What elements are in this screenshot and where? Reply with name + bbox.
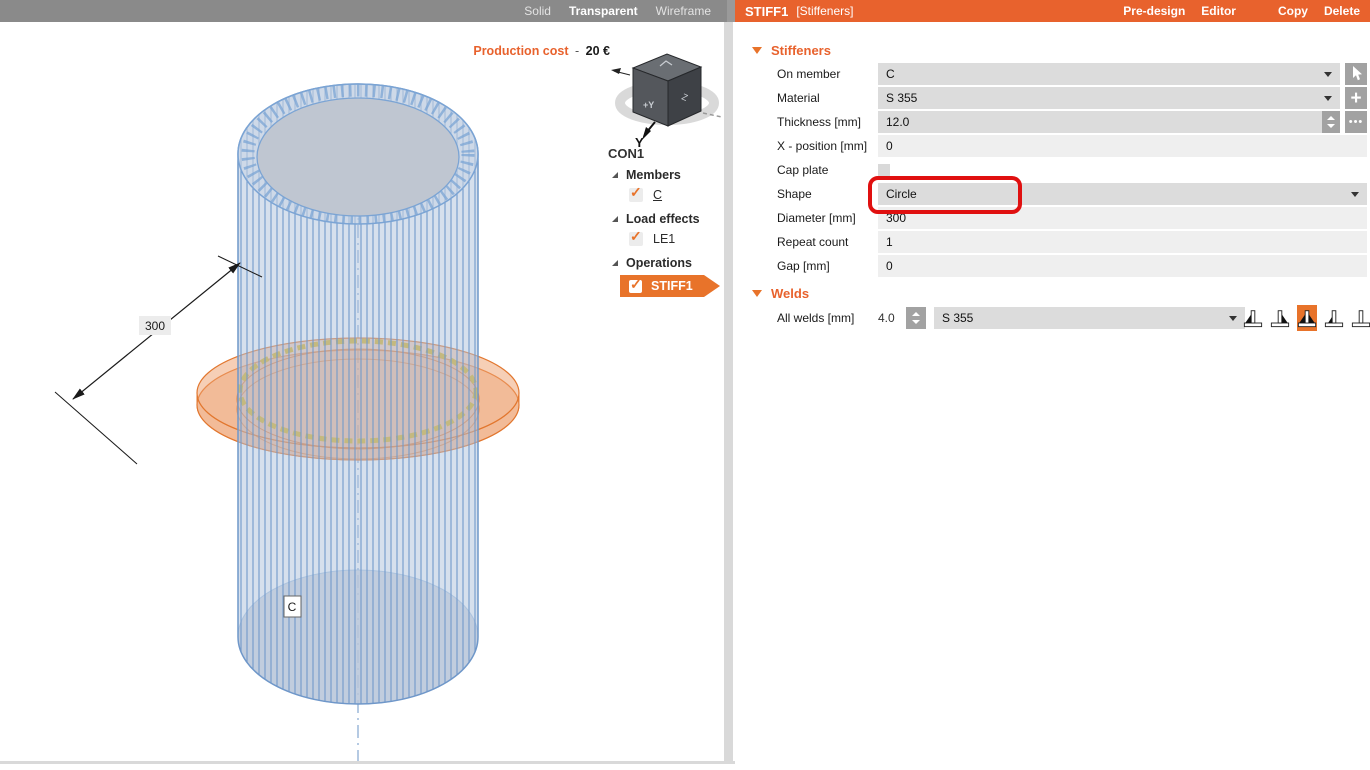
check-icon: ✓ — [630, 276, 642, 293]
dimension-value: 300 — [145, 319, 165, 333]
butt-weld-icon[interactable] — [1351, 305, 1370, 331]
production-cost: Production cost - 20 € — [395, 44, 610, 58]
predesign-button[interactable]: Pre-design — [1123, 4, 1185, 18]
weld-material-dropdown[interactable]: S 355 — [934, 307, 1245, 329]
tree-group-load-effects[interactable]: Load effects — [612, 212, 700, 226]
diameter-input[interactable]: 300 — [878, 207, 1367, 229]
x-position-input[interactable]: 0 — [878, 135, 1367, 157]
view-cube[interactable]: +Y Z Y — [611, 54, 723, 150]
add-material-button[interactable]: + — [1345, 87, 1367, 109]
weld-type-selector — [1243, 305, 1370, 331]
weld-size-value[interactable]: 4.0 — [878, 307, 895, 329]
chevron-down-icon — [1324, 72, 1332, 77]
row-diameter: Diameter [mm] 300 — [735, 207, 1370, 229]
ellipsis-icon: ••• — [1349, 117, 1364, 127]
pick-member-button[interactable] — [1345, 63, 1367, 85]
spin-up-icon[interactable] — [1327, 116, 1335, 120]
repeat-count-input[interactable]: 1 — [878, 231, 1367, 253]
checkbox-checked[interactable]: ✓ — [629, 232, 643, 246]
tree-group-members[interactable]: Members — [612, 168, 681, 182]
fillet-weld-right-icon[interactable] — [1270, 305, 1290, 331]
row-gap: Gap [mm] 0 — [735, 255, 1370, 277]
checkbox-checked[interactable]: ✓ — [629, 280, 642, 293]
operation-title: STIFF1 — [745, 4, 788, 19]
cursor-icon — [1350, 66, 1363, 82]
production-cost-dash: - — [575, 44, 579, 58]
spin-down-icon[interactable] — [912, 320, 920, 324]
idea-statica-connection-window: { "topbar": { "modes": [ {"label": "Soli… — [0, 0, 1370, 765]
expander-icon[interactable] — [612, 260, 618, 266]
cap-plate-checkbox[interactable] — [878, 164, 890, 176]
production-cost-value: 20 € — [586, 44, 610, 58]
on-member-dropdown[interactable]: C — [878, 63, 1340, 85]
viewport-bottom-edge — [0, 761, 735, 764]
operation-subtitle: [Stiffeners] — [796, 4, 853, 18]
shape-dropdown[interactable]: Circle — [878, 183, 1367, 205]
tree-item-stiff1-selected[interactable]: ✓ STIFF1 — [620, 275, 720, 297]
tree-item-le1[interactable]: ✓ LE1 — [629, 232, 675, 246]
check-icon: ✓ — [630, 228, 642, 245]
collapse-triangle-icon[interactable] — [752, 290, 762, 297]
editor-button[interactable]: Editor — [1201, 4, 1236, 18]
row-all-welds: All welds [mm] 4.0 S 355 — [735, 307, 1370, 333]
chevron-down-icon — [1351, 192, 1359, 197]
bevel-weld-icon[interactable] — [1324, 305, 1344, 331]
chevron-down-icon — [1229, 316, 1237, 321]
tree-root-con1[interactable]: CON1 — [608, 146, 644, 161]
operation-title-bar: STIFF1 [Stiffeners] Pre-design Editor Co… — [735, 0, 1370, 22]
fillet-weld-both-icon-selected[interactable] — [1297, 305, 1317, 331]
spin-down-icon[interactable] — [1327, 124, 1335, 128]
checkbox-checked[interactable]: ✓ — [629, 188, 643, 202]
actions-gap — [1252, 4, 1262, 18]
expander-icon[interactable] — [612, 216, 618, 222]
panel-splitter[interactable] — [724, 22, 733, 762]
cube-front-label: +Y — [643, 100, 654, 110]
model-viewport[interactable]: 300 C +Y Z Y Production cost - 20 € — [0, 22, 723, 765]
member-cylinder[interactable] — [238, 84, 478, 704]
section-welds[interactable]: Welds — [752, 285, 809, 301]
spin-up-icon[interactable] — [912, 312, 920, 316]
row-material: Material S 355 + — [735, 87, 1370, 109]
member-tag[interactable]: C — [284, 596, 301, 617]
topbar-divider — [727, 0, 735, 22]
copy-button[interactable]: Copy — [1278, 4, 1308, 18]
model-3d-scene: 300 C +Y Z Y — [0, 22, 723, 765]
member-tag-label: C — [288, 600, 297, 614]
row-repeat-count: Repeat count 1 — [735, 231, 1370, 253]
row-thickness: Thickness [mm] 12.0 ••• — [735, 111, 1370, 133]
chevron-down-icon — [1324, 96, 1332, 101]
row-on-member: On member C — [735, 63, 1370, 85]
section-stiffeners[interactable]: Stiffeners — [752, 42, 831, 58]
thickness-more-button[interactable]: ••• — [1345, 111, 1367, 133]
row-cap-plate: Cap plate — [735, 159, 1370, 181]
delete-button[interactable]: Delete — [1324, 4, 1360, 18]
collapse-triangle-icon[interactable] — [752, 47, 762, 54]
material-dropdown[interactable]: S 355 — [878, 87, 1340, 109]
plus-icon: + — [1350, 89, 1361, 108]
tree-group-operations[interactable]: Operations — [612, 256, 692, 270]
expander-icon[interactable] — [612, 172, 618, 178]
gap-input[interactable]: 0 — [878, 255, 1367, 277]
thickness-spinner[interactable] — [1322, 111, 1340, 133]
view-mode-transparent[interactable]: Transparent — [569, 4, 638, 18]
tree-item-member-c[interactable]: ✓ C — [629, 188, 662, 202]
view-mode-wireframe[interactable]: Wireframe — [656, 4, 711, 18]
fillet-weld-left-icon[interactable] — [1243, 305, 1263, 331]
view-mode-bar: Solid Transparent Wireframe — [0, 0, 727, 22]
properties-panel: Stiffeners On member C Material S 355 + … — [735, 22, 1370, 765]
production-cost-label: Production cost — [473, 44, 568, 58]
weld-size-spinner[interactable] — [906, 307, 926, 329]
view-mode-solid[interactable]: Solid — [524, 4, 551, 18]
thickness-input[interactable]: 12.0 — [878, 111, 1340, 133]
row-x-position: X - position [mm] 0 — [735, 135, 1370, 157]
row-shape: Shape Circle — [735, 183, 1370, 205]
check-icon: ✓ — [630, 184, 642, 201]
